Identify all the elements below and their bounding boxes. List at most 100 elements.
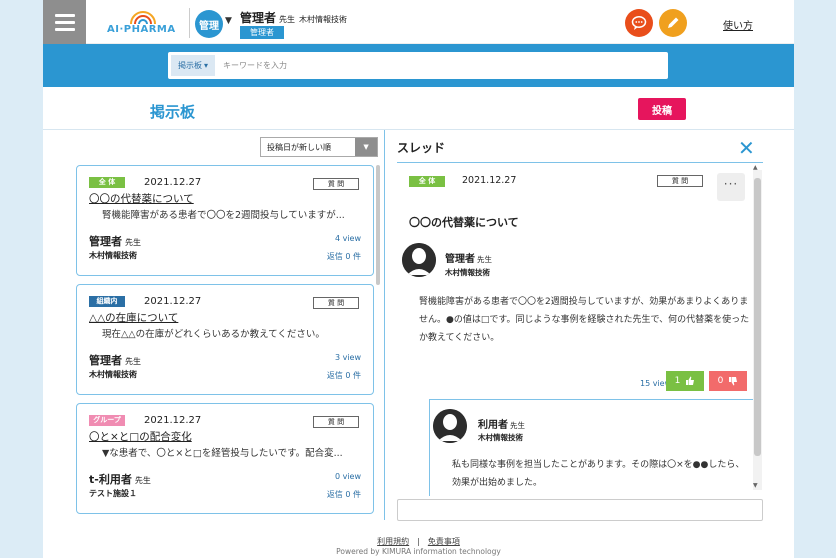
author-name: 管理者 (89, 354, 122, 367)
user-title: 先生 (279, 15, 296, 24)
footer-separator: | (417, 537, 420, 546)
avatar (433, 409, 467, 443)
reply-org: 木村情報技術 (478, 433, 523, 442)
scope-badge: グループ (89, 415, 125, 426)
thread-title: スレッド (397, 141, 446, 155)
logo-text: AI·PHARMA (107, 24, 176, 35)
thread-scrollbar-thumb[interactable] (754, 178, 761, 456)
author-title: 先生 (134, 476, 151, 485)
post-date: 2021.12.27 (144, 177, 202, 188)
post-list: 全 体 2021.12.27 質 問 〇〇の代替薬について 腎機能障害がある患者… (76, 165, 380, 520)
like-button[interactable]: 1 (666, 371, 704, 391)
author-title: 先生 (125, 357, 141, 366)
top-header: AI·PHARMA 管理 ▼ 管理者 先生 木村情報技術 管理者 使い方 (43, 0, 794, 44)
dislike-count: 0 (717, 376, 724, 386)
footer-links: 利用規約 | 免責事項 (43, 536, 794, 547)
thumbs-up-icon (686, 376, 695, 385)
list-scrollbar[interactable] (376, 165, 380, 285)
user-name: 管理者 (240, 11, 277, 25)
dislike-button[interactable]: 0 (709, 371, 747, 391)
post-org: テスト施設１ (89, 489, 137, 498)
signal-arc-icon (130, 11, 156, 24)
chat-bubble-icon (631, 16, 647, 30)
view-count: 3 view (334, 353, 361, 362)
search-band: 掲示板 ▾ (43, 44, 794, 87)
view-count: 0 view (334, 472, 361, 481)
thread-body-text: 腎機能障害がある患者で〇〇を2週間投与していますが、効果があまりよくありません。… (419, 297, 750, 343)
post-card[interactable]: 全 体 2021.12.27 質 問 〇〇の代替薬について 腎機能障害がある患者… (76, 165, 374, 276)
post-card[interactable]: グループ 2021.12.27 質 問 〇と×と□の配合変化 ▼な患者で、〇と×… (76, 403, 374, 514)
post-date: 2021.12.27 (144, 415, 202, 426)
thread-author: 管理者 先生 (445, 250, 492, 265)
search-category-label: 掲示板 (177, 61, 202, 70)
post-title[interactable]: 〇〇の代替薬について (89, 191, 194, 206)
post-title[interactable]: △△の在庫について (89, 310, 178, 325)
search-category-select[interactable]: 掲示板 ▾ (171, 55, 215, 76)
post-title[interactable]: 〇と×と□の配合変化 (89, 429, 192, 444)
terms-link[interactable]: 利用規約 (377, 537, 409, 546)
scope-badge: 全 体 (89, 177, 125, 188)
edit-button[interactable] (659, 9, 687, 37)
thread-body: 全 体 2021.12.27 質 問 ··· 〇〇の代替薬について 管理者 先生 … (397, 163, 763, 496)
role-switch-avatar[interactable]: 管理 (195, 10, 223, 38)
scroll-down-arrow-icon[interactable]: ▼ (753, 482, 758, 489)
post-excerpt: ▼な患者で、〇と×と□を経管投与したいです。配合変... (102, 448, 343, 459)
more-options-button[interactable]: ··· (717, 173, 745, 201)
author-name: 管理者 (445, 254, 475, 265)
person-silhouette-icon (402, 243, 436, 277)
scope-badge: 全 体 (409, 176, 445, 187)
post-author: t-利用者 先生 (89, 471, 151, 487)
user-info: 管理者 先生 木村情報技術 (240, 9, 347, 26)
author-title: 先生 (477, 255, 492, 264)
footer-copyright: Powered by KIMURA information technology (336, 547, 501, 556)
search-input[interactable] (223, 55, 653, 76)
like-count: 1 (674, 376, 681, 386)
avatar (402, 243, 436, 277)
post-excerpt: 現在△△の在庫がどれくらいあるか教えてください。 (102, 329, 325, 340)
chat-button[interactable] (625, 9, 653, 37)
search-box: 掲示板 ▾ (168, 52, 668, 79)
post-type-label: 質 問 (313, 178, 359, 190)
scope-badge: 組織内 (89, 296, 125, 307)
post-author: 管理者 先生 (89, 352, 141, 368)
caret-down-icon[interactable]: ▼ (225, 16, 232, 26)
view-count: 4 view (334, 234, 361, 243)
reply-count: 返信 0 件 (326, 252, 361, 261)
post-button[interactable]: 投稿 (638, 98, 686, 120)
post-author: 管理者 先生 (89, 233, 141, 249)
app-frame: AI·PHARMA 管理 ▼ 管理者 先生 木村情報技術 管理者 使い方 掲示板 ▾ (43, 0, 794, 558)
close-icon[interactable]: ✕ (738, 138, 755, 158)
title-divider (43, 129, 794, 130)
reply-count: 返信 0 件 (326, 371, 361, 380)
reply-body-text: 私も同様な事例を担当したことがあります。その際は〇×を●●したら、効果が出始めま… (452, 460, 745, 488)
disclaimer-link[interactable]: 免責事項 (428, 537, 460, 546)
sort-select[interactable]: 投稿日が新しい順 ▼ (260, 137, 378, 157)
reply-item: 利用者 先生 木村情報技術 私も同様な事例を担当したことがあります。その際は〇×を… (429, 399, 755, 496)
post-type-label: 質 問 (313, 416, 359, 428)
pencil-icon (668, 17, 679, 28)
hamburger-menu-icon[interactable] (43, 0, 86, 44)
thread-date: 2021.12.27 (462, 175, 517, 186)
thread-org: 木村情報技術 (445, 268, 490, 277)
post-org: 木村情報技術 (89, 251, 137, 260)
caret-down-icon: ▼ (355, 138, 377, 156)
page-title: 掲示板 (150, 103, 196, 121)
reply-count: 返信 0 件 (326, 490, 361, 499)
author-name: 管理者 (89, 235, 122, 248)
reply-author: 利用者 先生 (478, 416, 525, 431)
sort-label: 投稿日が新しい順 (267, 142, 331, 152)
scroll-up-arrow-icon[interactable]: ▲ (753, 164, 758, 171)
user-role-badge: 管理者 (240, 26, 284, 39)
post-type-label: 質 問 (657, 175, 703, 187)
reply-input[interactable] (397, 499, 763, 521)
help-link[interactable]: 使い方 (723, 17, 753, 32)
thread-subject: 〇〇の代替薬について (409, 216, 519, 229)
author-name: t-利用者 (89, 473, 132, 486)
caret-down-icon: ▾ (203, 61, 208, 70)
thumbs-down-icon (729, 377, 738, 386)
app-logo[interactable]: AI·PHARMA (107, 10, 179, 38)
post-card[interactable]: 組織内 2021.12.27 質 問 △△の在庫について 現在△△の在庫がどれく… (76, 284, 374, 395)
author-title: 先生 (125, 238, 141, 247)
post-org: 木村情報技術 (89, 370, 137, 379)
header-divider (189, 8, 190, 38)
